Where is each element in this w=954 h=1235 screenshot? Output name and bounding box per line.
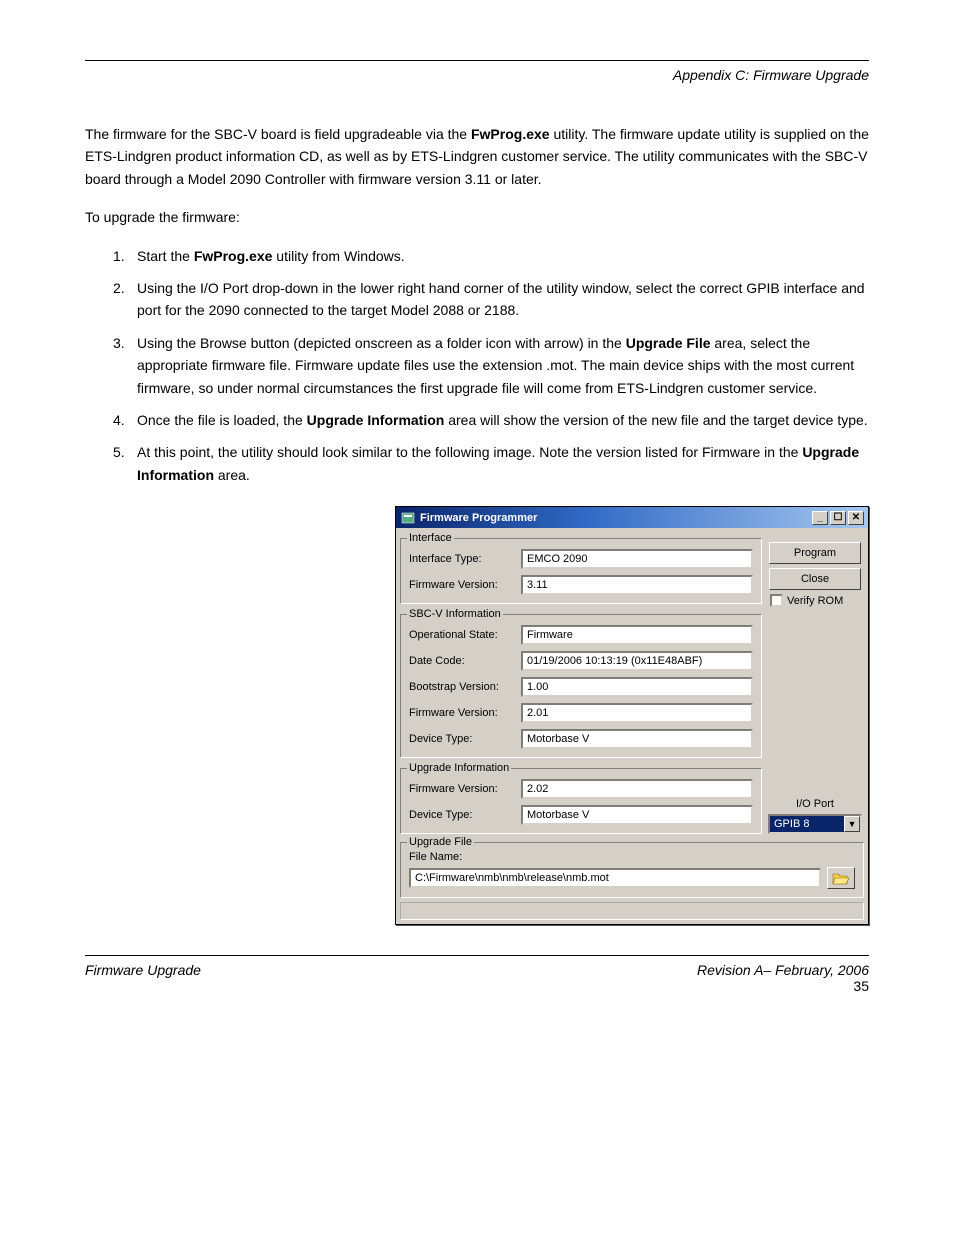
step-number: 5. — [113, 441, 137, 486]
ioport-value: GPIB 8 — [770, 816, 844, 832]
firmware-programmer-window: Firmware Programmer _ ☐ ✕ Interface Inte… — [395, 506, 869, 925]
step2: Using the I/O Port drop-down in the lowe… — [137, 277, 869, 322]
field-interface-type[interactable]: EMCO 2090 — [521, 549, 753, 569]
status-bar — [400, 902, 864, 920]
group-sbcv: SBC-V Information Operational State: Fir… — [400, 614, 762, 758]
program-button[interactable]: Program — [769, 542, 861, 564]
close-dialog-button[interactable]: Close — [769, 568, 861, 590]
group-title: Upgrade Information — [407, 762, 511, 774]
maximize-button[interactable]: ☐ — [830, 511, 846, 525]
minimize-button[interactable]: _ — [812, 511, 828, 525]
filename-label: File Name: — [409, 851, 855, 863]
ioport-select[interactable]: GPIB 8 ▼ — [768, 814, 862, 834]
steps: 1. Start the FwProg.exe utility from Win… — [113, 245, 869, 487]
field-upgrade-devtype[interactable]: Motorbase V — [521, 805, 753, 825]
label-opstate: Operational State: — [409, 629, 521, 641]
field-datecode[interactable]: 01/19/2006 10:13:19 (0x11E48ABF) — [521, 651, 753, 671]
ioport-label: I/O Port — [766, 798, 864, 810]
browse-button[interactable] — [827, 867, 855, 889]
step5-c: area. — [214, 467, 250, 483]
step3-a: Using the Browse button (depicted onscre… — [137, 335, 626, 351]
label-bootstrap: Bootstrap Version: — [409, 681, 521, 693]
field-opstate[interactable]: Firmware — [521, 625, 753, 645]
paragraph-1: The firmware for the SBC-V board is fiel… — [85, 123, 869, 190]
paragraph-2: To upgrade the firmware: — [85, 206, 869, 228]
step4-c: area will show the version of the new fi… — [444, 412, 867, 428]
group-title: Upgrade File — [407, 836, 474, 848]
label-upgrade-fw: Firmware Version: — [409, 783, 521, 795]
label-sbcv-fw: Firmware Version: — [409, 707, 521, 719]
group-title: Interface — [407, 532, 454, 544]
page-footer: Firmware Upgrade Revision A– February, 2… — [85, 955, 869, 994]
field-upgrade-fw[interactable]: 2.02 — [521, 779, 753, 799]
footer-revision: Revision A– February, 2006 — [697, 962, 869, 978]
step4-b: Upgrade Information — [307, 412, 445, 428]
footer-left: Firmware Upgrade — [85, 962, 201, 994]
step4-a: Once the file is loaded, the — [137, 412, 307, 428]
step-number: 3. — [113, 332, 137, 399]
group-upgrade-info: Upgrade Information Firmware Version: 2.… — [400, 768, 762, 834]
step1-b: FwProg.exe — [194, 248, 273, 264]
field-bootstrap[interactable]: 1.00 — [521, 677, 753, 697]
step5-a: At this point, the utility should look s… — [137, 444, 802, 460]
verify-rom-label: Verify ROM — [787, 595, 843, 607]
file-path-field[interactable]: C:\Firmware\nmb\nmb\release\nmb.mot — [409, 868, 821, 888]
label-datecode: Date Code: — [409, 655, 521, 667]
field-sbcv-fw[interactable]: 2.01 — [521, 703, 753, 723]
label-interface-fw: Firmware Version: — [409, 579, 521, 591]
step1-c: utility from Windows. — [272, 248, 404, 264]
verify-rom-checkbox[interactable] — [770, 594, 783, 607]
step1-a: Start the — [137, 248, 194, 264]
field-sbcv-devtype[interactable]: Motorbase V — [521, 729, 753, 749]
group-upgrade-file: Upgrade File File Name: C:\Firmware\nmb\… — [400, 842, 864, 898]
group-interface: Interface Interface Type: EMCO 2090 Firm… — [400, 538, 762, 604]
label-interface-type: Interface Type: — [409, 553, 521, 565]
p1-b: FwProg.exe — [471, 126, 550, 142]
step3-b: Upgrade File — [626, 335, 711, 351]
app-icon — [400, 510, 416, 526]
folder-open-icon — [832, 871, 850, 885]
footer-page-number: 35 — [697, 978, 869, 994]
label-sbcv-devtype: Device Type: — [409, 733, 521, 745]
window-title: Firmware Programmer — [420, 512, 812, 524]
p1-a: The firmware for the SBC-V board is fiel… — [85, 126, 471, 142]
field-interface-fw[interactable]: 3.11 — [521, 575, 753, 595]
chevron-down-icon[interactable]: ▼ — [844, 816, 860, 832]
step-number: 2. — [113, 277, 137, 322]
label-upgrade-devtype: Device Type: — [409, 809, 521, 821]
titlebar[interactable]: Firmware Programmer _ ☐ ✕ — [396, 507, 868, 528]
group-title: SBC-V Information — [407, 608, 503, 620]
step-number: 1. — [113, 245, 137, 267]
page-header-right: Appendix C: Firmware Upgrade — [85, 67, 869, 83]
step-number: 4. — [113, 409, 137, 431]
close-button[interactable]: ✕ — [848, 511, 864, 525]
